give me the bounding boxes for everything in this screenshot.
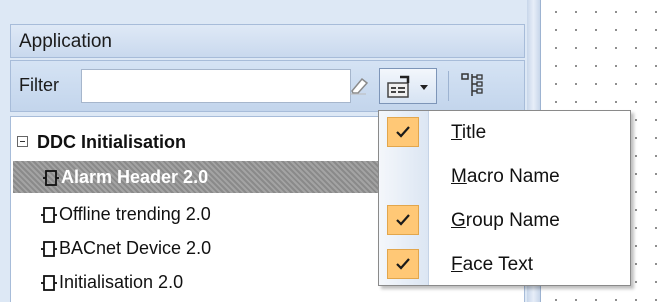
tree-item-label: Alarm Header 2.0: [61, 167, 209, 187]
check-icon: [387, 205, 419, 235]
tree-item-label: BACnet Device 2.0: [59, 238, 212, 258]
macro-block-icon: [41, 275, 57, 291]
tree-item-label: Offline trending 2.0: [59, 204, 211, 224]
menu-item-label: Group Name: [451, 210, 560, 231]
toolbar: Filter: [10, 60, 525, 112]
tree-item-label: Initialisation 2.0: [59, 272, 184, 292]
menu-item-group-name[interactable]: Group Name: [379, 201, 630, 241]
properties-icon: [387, 75, 410, 98]
macro-block-icon: [41, 241, 57, 257]
panel-titlebar: Application: [10, 24, 525, 58]
macro-block-icon: [43, 170, 59, 186]
chevron-down-icon: [420, 85, 428, 90]
menu-item-title[interactable]: Title: [379, 113, 630, 153]
macro-block-icon: [41, 207, 57, 223]
filter-label: Filter: [19, 75, 59, 95]
menu-item-macro-name[interactable]: Macro Name: [379, 157, 630, 197]
menu-item-face-text[interactable]: Face Text: [379, 245, 630, 285]
menu-item-label: Macro Name: [451, 166, 560, 187]
properties-dropdown-button[interactable]: [379, 68, 437, 104]
column-options-menu: Title Macro Name Group Name Face Text: [378, 110, 631, 286]
toolbar-separator: [448, 71, 449, 101]
tree-layout-icon[interactable]: [459, 71, 485, 101]
menu-item-label: Title: [451, 122, 487, 143]
tree-item-selected[interactable]: Alarm Header 2.0: [13, 161, 384, 193]
collapse-icon[interactable]: [17, 136, 28, 147]
filter-combobox[interactable]: [81, 69, 402, 103]
panel-title: Application: [19, 31, 112, 52]
tree-root-label: DDC Initialisation: [37, 132, 187, 152]
menu-item-label: Face Text: [451, 254, 534, 275]
check-icon: [387, 117, 419, 147]
check-icon: [387, 249, 419, 279]
eraser-icon[interactable]: [346, 73, 370, 97]
